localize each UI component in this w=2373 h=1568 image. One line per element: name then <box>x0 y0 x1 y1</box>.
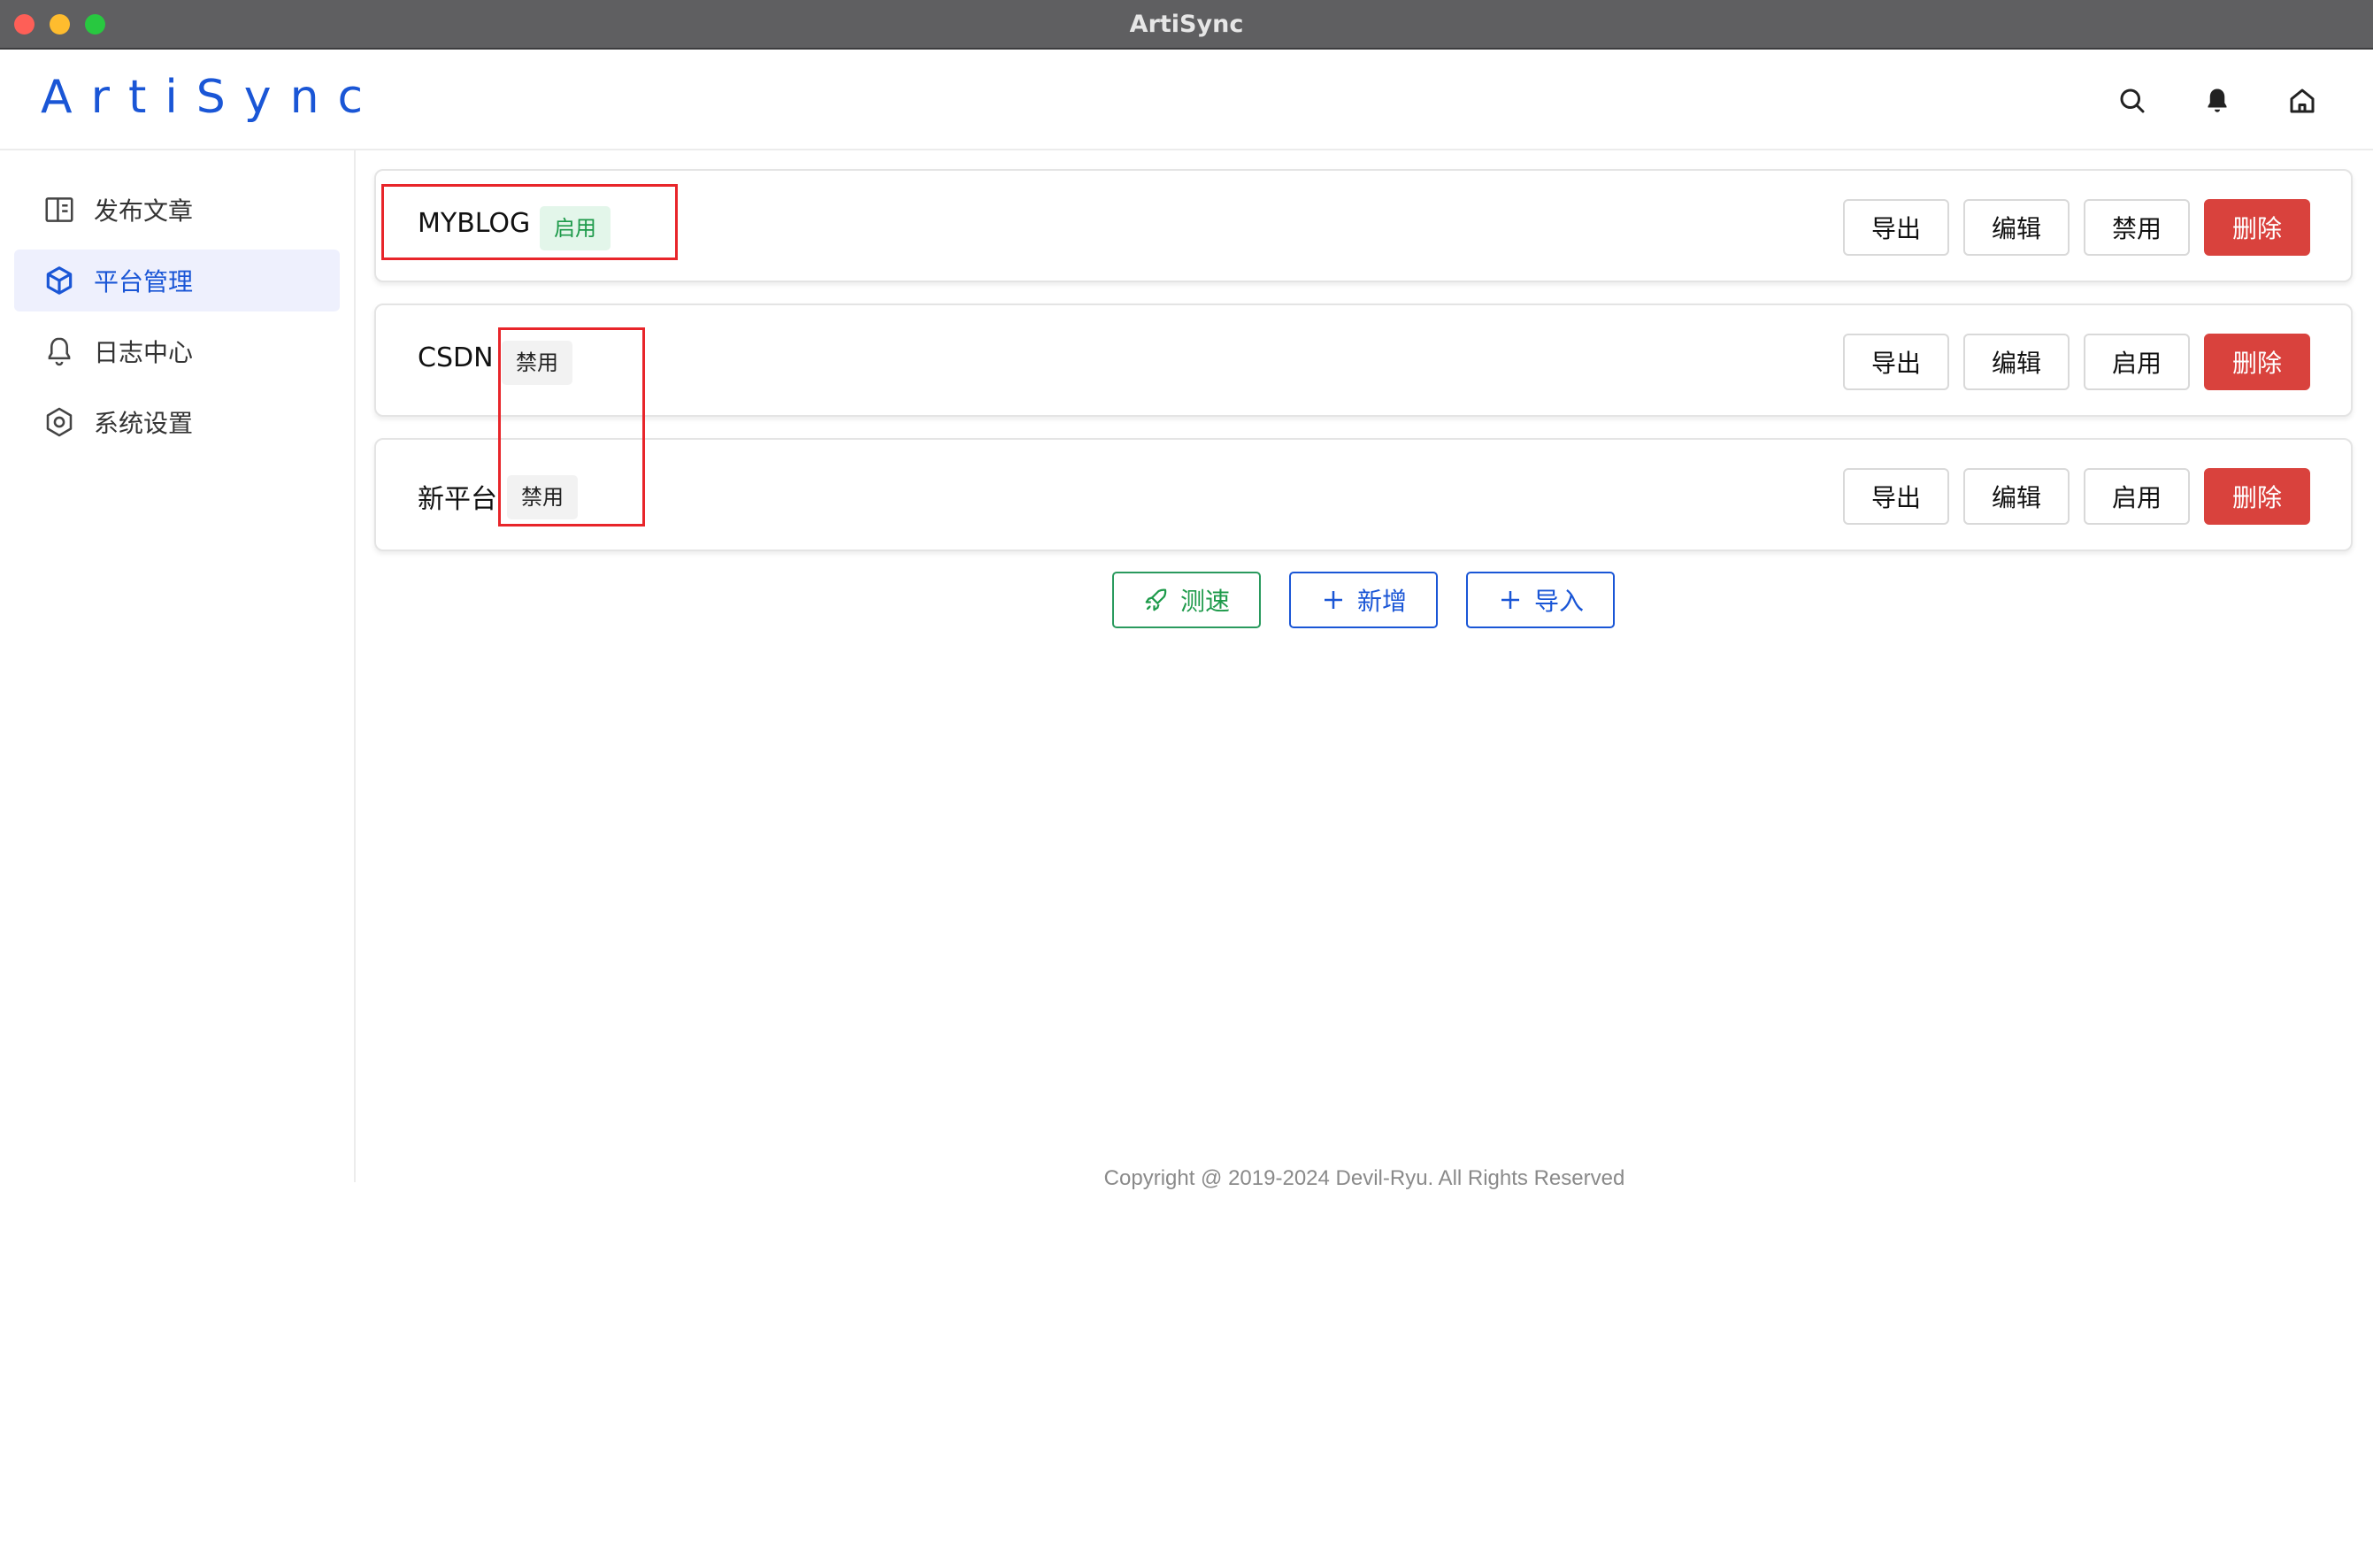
copyright-text: Copyright @ 2019-2024 Devil-Ryu. All Rig… <box>1103 1166 1625 1190</box>
delete-button[interactable]: 删除 <box>2204 468 2310 525</box>
home-icon[interactable] <box>2286 85 2318 117</box>
sidebar-item-publish[interactable]: 发布文章 <box>14 179 340 241</box>
book-icon <box>42 193 76 227</box>
delete-button[interactable]: 删除 <box>2204 334 2310 390</box>
plus-icon <box>1501 591 1519 609</box>
speedtest-label: 测速 <box>1179 587 1230 616</box>
platform-name: 新平台 <box>418 484 497 515</box>
sidebar: 发布文章 平台管理 日志中心 系统设置 <box>0 150 356 1182</box>
edit-button[interactable]: 编辑 <box>1963 334 2070 390</box>
toggle-status-button[interactable]: 禁用 <box>2084 199 2190 256</box>
toggle-status-button[interactable]: 启用 <box>2084 468 2190 525</box>
status-badge: 禁用 <box>507 475 578 519</box>
export-button[interactable]: 导出 <box>1843 468 1949 525</box>
sidebar-item-platforms[interactable]: 平台管理 <box>14 250 340 311</box>
edit-button[interactable]: 编辑 <box>1963 468 2070 525</box>
status-badge: 禁用 <box>502 341 572 385</box>
search-icon[interactable] <box>2116 85 2148 117</box>
status-badge: 启用 <box>540 206 611 250</box>
sidebar-item-label: 系统设置 <box>94 409 194 438</box>
platform-name: MYBLOG <box>418 208 531 239</box>
add-button[interactable]: 新增 <box>1289 572 1438 628</box>
cube-icon <box>42 264 76 297</box>
hexagon-gear-icon <box>42 405 76 439</box>
sidebar-item-label: 平台管理 <box>94 267 194 296</box>
rocket-icon <box>1145 588 1167 611</box>
import-button[interactable]: 导入 <box>1466 572 1615 628</box>
platform-card: 新平台 禁用 导出 编辑 启用 删除 <box>374 438 2353 551</box>
platform-card: CSDN 禁用 导出 编辑 启用 删除 <box>374 304 2353 417</box>
window-titlebar: ArtiSync <box>0 0 2373 50</box>
plus-icon <box>1324 591 1342 609</box>
sidebar-item-settings[interactable]: 系统设置 <box>14 391 340 453</box>
app-logo[interactable]: ArtiSync <box>41 71 381 124</box>
sidebar-item-label: 日志中心 <box>94 338 194 367</box>
platform-name: CSDN <box>418 342 494 373</box>
export-button[interactable]: 导出 <box>1843 199 1949 256</box>
platform-card: MYBLOG 启用 导出 编辑 禁用 删除 <box>374 169 2353 282</box>
sidebar-item-logs[interactable]: 日志中心 <box>14 320 340 382</box>
delete-button[interactable]: 删除 <box>2204 199 2310 256</box>
bell-outline-icon <box>42 334 76 368</box>
bell-icon[interactable] <box>2201 85 2233 117</box>
export-button[interactable]: 导出 <box>1843 334 1949 390</box>
add-label: 新增 <box>1356 587 1407 616</box>
edit-button[interactable]: 编辑 <box>1963 199 2070 256</box>
speedtest-button[interactable]: 测速 <box>1112 572 1261 628</box>
app-header: ArtiSync <box>0 51 2373 150</box>
toggle-status-button[interactable]: 启用 <box>2084 334 2190 390</box>
window-title: ArtiSync <box>1129 11 1244 38</box>
import-label: 导入 <box>1533 587 1584 616</box>
sidebar-item-label: 发布文章 <box>94 196 194 226</box>
